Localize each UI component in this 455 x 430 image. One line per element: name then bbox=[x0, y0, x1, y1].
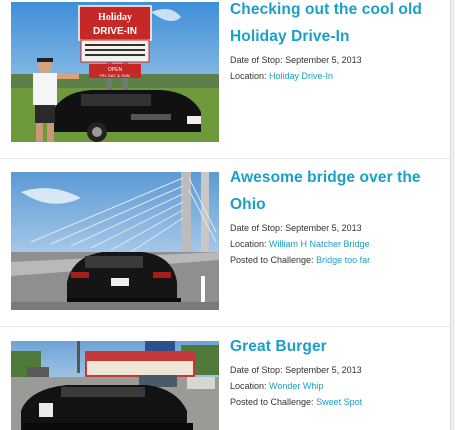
location-row: Location: Holiday Drive-In bbox=[230, 68, 445, 84]
burger-photo-image bbox=[11, 341, 219, 430]
challenge-label: Posted to Challenge: bbox=[230, 255, 314, 265]
sign-main-text: DRIVE-IN bbox=[93, 26, 137, 37]
post-divider bbox=[0, 158, 450, 159]
location-link[interactable]: Wonder Whip bbox=[269, 381, 323, 391]
date-of-stop: Date of Stop: September 5, 2013 bbox=[230, 52, 445, 68]
date-label: Date of Stop: bbox=[230, 365, 283, 375]
date-value: September 5, 2013 bbox=[285, 223, 362, 233]
challenge-label: Posted to Challenge: bbox=[230, 397, 314, 407]
sign-top-text: Holiday bbox=[98, 12, 132, 23]
bridge-photo-image bbox=[11, 172, 219, 310]
date-of-stop: Date of Stop: September 5, 2013 bbox=[230, 362, 445, 378]
post-title[interactable]: Great Burger bbox=[230, 333, 445, 360]
post-info: Great Burger Date of Stop: September 5, … bbox=[230, 333, 445, 410]
challenge-link[interactable]: Bridge too far bbox=[316, 255, 370, 265]
post-photo[interactable] bbox=[11, 341, 219, 430]
location-label: Location: bbox=[230, 71, 267, 81]
location-label: Location: bbox=[230, 381, 267, 391]
location-label: Location: bbox=[230, 239, 267, 249]
challenge-row: Posted to Challenge: Bridge too far bbox=[230, 252, 445, 268]
post-info: Awesome bridge over the Ohio Date of Sto… bbox=[230, 164, 445, 268]
post-title[interactable]: Awesome bridge over the Ohio bbox=[230, 164, 445, 218]
challenge-link[interactable]: Sweet Spot bbox=[316, 397, 362, 407]
date-value: September 5, 2013 bbox=[285, 365, 362, 375]
post-title[interactable]: Checking out the cool old Holiday Drive-… bbox=[230, 0, 445, 50]
post-info: Checking out the cool old Holiday Drive-… bbox=[230, 0, 445, 84]
post-divider bbox=[0, 326, 450, 327]
location-link[interactable]: Holiday Drive-In bbox=[269, 71, 333, 81]
date-of-stop: Date of Stop: September 5, 2013 bbox=[230, 220, 445, 236]
post-photo[interactable]: Holiday DRIVE-IN OPEN FRI. SAT. & SUN. bbox=[11, 2, 219, 142]
post-photo[interactable] bbox=[11, 172, 219, 310]
date-label: Date of Stop: bbox=[230, 223, 283, 233]
challenge-row: Posted to Challenge: Sweet Spot bbox=[230, 394, 445, 410]
location-link[interactable]: William H Natcher Bridge bbox=[269, 239, 370, 249]
drive-in-photo-image: Holiday DRIVE-IN OPEN FRI. SAT. & SUN. bbox=[11, 2, 219, 142]
scrollbar-track[interactable] bbox=[450, 0, 455, 430]
location-row: Location: William H Natcher Bridge bbox=[230, 236, 445, 252]
date-label: Date of Stop: bbox=[230, 55, 283, 65]
date-value: September 5, 2013 bbox=[285, 55, 362, 65]
stop-feed: Holiday DRIVE-IN OPEN FRI. SAT. & SUN. C… bbox=[0, 0, 450, 430]
sign-days-text: FRI. SAT. & SUN. bbox=[99, 73, 130, 78]
location-row: Location: Wonder Whip bbox=[230, 378, 445, 394]
